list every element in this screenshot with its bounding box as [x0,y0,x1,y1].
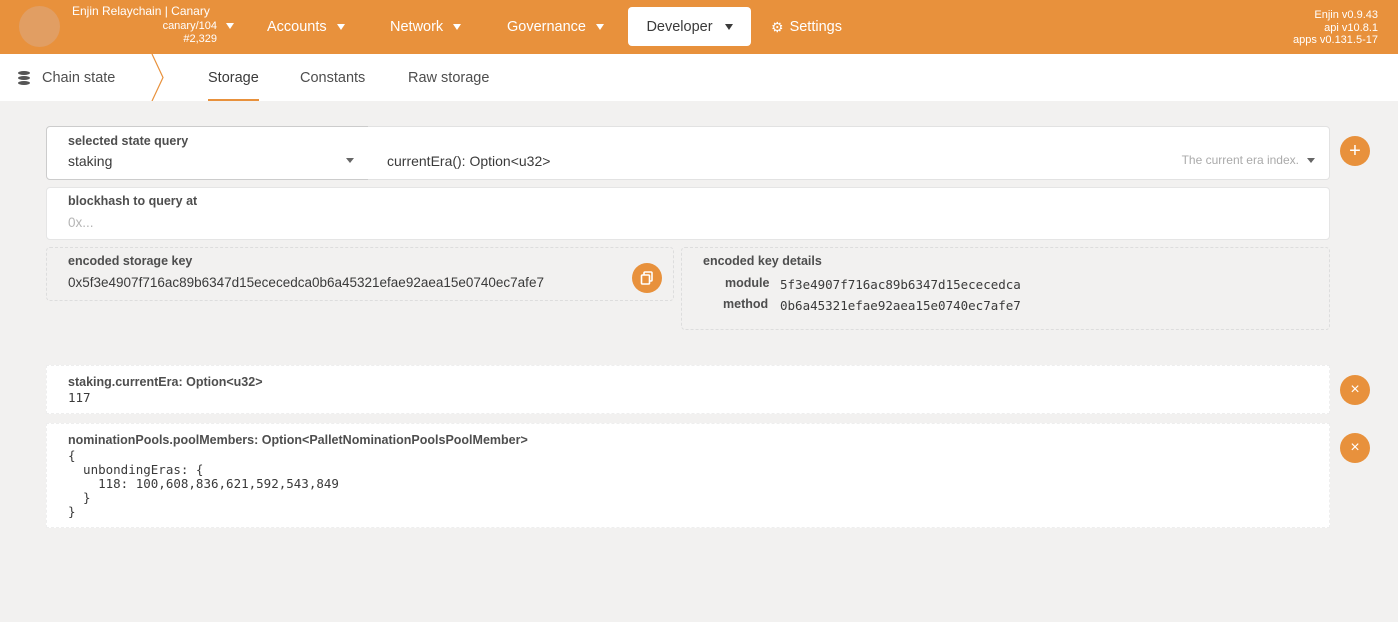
section-title-label: Chain state [42,69,116,86]
chain-logo-icon[interactable] [19,6,60,47]
state-query-label: selected state query [68,134,189,148]
blockhash-field[interactable]: blockhash to query at 0x... [46,187,1330,240]
nav-network-label: Network [390,19,444,35]
tab-constants[interactable]: Constants [300,54,365,101]
chevron-down-icon [346,158,354,163]
state-query-method-dropdown[interactable]: currentEra(): Option<u32> The current er… [368,126,1330,180]
gear-icon: ⚙ [771,18,784,35]
remove-query-button[interactable]: × [1340,433,1370,463]
query-result: staking.currentEra: Option<u32> 117 [46,365,1330,414]
chevron-down-icon [724,23,733,30]
query-result-title: staking.currentEra: Option<u32> [68,375,263,389]
chain-selector-chevron-down-icon[interactable] [226,23,234,29]
nav-accounts-label: Accounts [267,19,327,35]
nav-governance[interactable]: Governance [507,0,604,54]
database-icon [18,70,30,85]
node-version: Enjin v0.9.43 [1314,9,1378,21]
method-value: 0b6a45321efae92aea15e0740ec7afe7 [780,298,1021,313]
query-result: nominationPools.poolMembers: Option<Pall… [46,423,1330,528]
tab-raw-storage[interactable]: Raw storage [408,54,489,101]
state-query-section-value: staking [68,153,113,169]
encoded-storage-key-box: encoded storage key 0x5f3e4907f716ac89b6… [46,247,674,301]
chevron-down-icon [453,24,462,30]
tab-storage[interactable]: Storage [208,54,259,101]
nav-developer-label: Developer [646,18,713,35]
api-version: api v10.8.1 [1324,21,1378,34]
section-title: Chain state [0,54,160,101]
nav-settings[interactable]: ⚙ Settings [771,0,842,54]
state-query-section-dropdown[interactable]: selected state query staking [46,126,369,180]
query-result-title: nominationPools.poolMembers: Option<Pall… [68,433,528,447]
module-label: module [725,276,770,290]
method-label: method [723,297,769,311]
version-info: Enjin v0.9.43 api v10.8.1 apps v0.131.5-… [1293,9,1378,47]
encoded-storage-key-value: 0x5f3e4907f716ac89b6347d15ececedca0b6a45… [68,275,544,290]
chevron-down-icon [336,24,345,30]
apps-version: apps v0.131.5-17 [1292,34,1378,46]
nav-developer[interactable]: Developer [628,7,751,46]
encoded-key-details-label: encoded key details [703,254,822,268]
chevron-down-icon [1307,158,1315,163]
module-value: 5f3e4907f716ac89b6347d15ececedca [780,277,1021,292]
chain-name[interactable]: Enjin Relaychain | Canary [72,5,210,18]
plus-icon: + [1349,140,1361,162]
blockhash-label: blockhash to query at [68,194,198,208]
close-icon: × [1350,381,1360,398]
nav-governance-label: Governance [507,19,586,35]
state-query-method-value: currentEra(): Option<u32> [387,153,551,169]
nav-settings-label: Settings [789,19,842,35]
blockhash-input[interactable]: 0x... [68,215,94,230]
encoded-key-details-box: encoded key details module 5f3e4907f716a… [681,247,1330,330]
query-result-value: { unbondingEras: { 118: 100,608,836,621,… [68,448,339,519]
nav-accounts[interactable]: Accounts [267,0,345,54]
breadcrumb-separator [151,54,164,101]
chain-info[interactable]: canary/104 #2,329 [163,20,217,46]
encoded-storage-key-label: encoded storage key [68,254,193,268]
copy-icon [640,271,653,285]
nav-network[interactable]: Network [390,0,462,54]
query-result-value: 117 [68,390,91,405]
state-query-method-hint: The current era index. [1181,153,1299,167]
sub-navbar: Chain state Storage Constants Raw storag… [0,54,1398,101]
chevron-down-icon [596,24,604,30]
top-navbar: Enjin Relaychain | Canary canary/104 #2,… [0,0,1398,54]
remove-query-button[interactable]: × [1340,375,1370,405]
chain-spec-version: canary/104 [162,20,217,32]
chain-best-block: #2,329 [183,33,217,45]
copy-button[interactable] [632,263,662,293]
close-icon: × [1350,439,1360,456]
add-query-button[interactable]: + [1340,136,1370,166]
